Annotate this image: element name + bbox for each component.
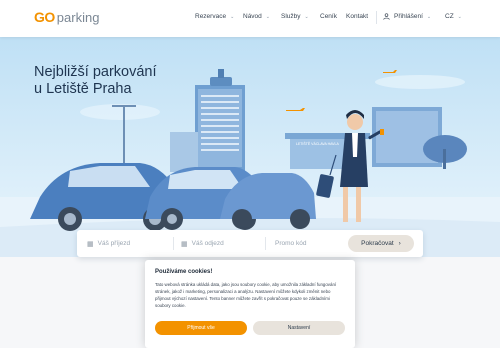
continue-button[interactable]: Pokračovat › bbox=[348, 235, 414, 252]
hero-title-line-2: u Letiště Praha bbox=[34, 81, 132, 97]
promo-placeholder: Promo kód bbox=[275, 240, 307, 247]
nav-label: Kontakt bbox=[346, 13, 369, 20]
hero-title: Nejbližší parkování u Letiště Praha bbox=[34, 64, 194, 98]
chevron-right-icon: › bbox=[398, 240, 401, 247]
departure-placeholder: Váš odjezd bbox=[191, 240, 224, 247]
nav-item-kontakt[interactable]: Kontakt bbox=[346, 13, 368, 20]
user-icon bbox=[383, 13, 390, 20]
arrival-date-field[interactable]: ▦ Váš příjezd bbox=[87, 230, 175, 257]
departure-date-field[interactable]: ▦ Váš odjezd bbox=[181, 230, 269, 257]
terminal-sign: LETIŠTĚ VÁCLAVA HAVLA bbox=[296, 141, 339, 146]
chevron-down-icon: ⌄ bbox=[230, 13, 235, 20]
nav-item-cenik[interactable]: Ceník bbox=[320, 13, 337, 20]
cookie-consent-dialog: Používáme cookies! Tato webová stránka u… bbox=[145, 260, 355, 348]
cookie-description: Tato webová stránka ukládá data, jako js… bbox=[155, 282, 337, 308]
chevron-down-icon: ⌄ bbox=[304, 13, 309, 20]
chevron-down-icon: ⌄ bbox=[457, 13, 462, 20]
calendar-icon: ▦ bbox=[87, 240, 94, 248]
accept-all-button[interactable]: Přijmout vše bbox=[155, 321, 247, 335]
promo-code-field[interactable]: Promo kód bbox=[275, 230, 345, 257]
calendar-icon: ▦ bbox=[181, 240, 188, 248]
chevron-down-icon: ⌄ bbox=[265, 13, 270, 20]
logo[interactable]: GO parking bbox=[34, 9, 99, 25]
chevron-down-icon: ⌄ bbox=[426, 13, 432, 20]
cookie-settings-button[interactable]: Nastavení bbox=[253, 321, 345, 335]
hero-section: LETIŠTĚ VÁCLAVA HAVLA Nejbližší parkován… bbox=[0, 37, 500, 257]
reservation-search-bar: ▦ Váš příjezd ▦ Váš odjezd Promo kód Pok… bbox=[77, 230, 423, 257]
cookie-title: Používáme cookies! bbox=[155, 269, 213, 275]
site-header: GO parking Rezervace ⌄ Návod ⌄ Služby ⌄ … bbox=[0, 0, 500, 37]
nav-label: Návod bbox=[243, 13, 262, 20]
login-menu[interactable]: Přihlášení ⌄ bbox=[383, 13, 431, 20]
continue-label: Pokračovat bbox=[361, 240, 394, 247]
logo-parking-text: parking bbox=[56, 10, 100, 25]
nav-label: Ceník bbox=[320, 13, 337, 20]
nav-divider bbox=[376, 11, 377, 24]
nav-item-sluzby[interactable]: Služby ⌄ bbox=[281, 13, 309, 20]
nav-label: Rezervace bbox=[195, 13, 227, 20]
field-separator bbox=[173, 237, 174, 250]
arrival-placeholder: Váš příjezd bbox=[97, 240, 131, 247]
language-switcher[interactable]: CZ ⌄ bbox=[445, 13, 462, 20]
cookie-buttons: Přijmout vše Nastavení bbox=[155, 321, 345, 335]
nav-label: Služby bbox=[281, 13, 301, 20]
field-separator bbox=[265, 237, 266, 250]
nav-item-rezervace[interactable]: Rezervace ⌄ bbox=[195, 13, 234, 20]
login-label: Přihlášení bbox=[394, 13, 423, 20]
nav-item-navod[interactable]: Návod ⌄ bbox=[243, 13, 270, 20]
language-label: CZ bbox=[445, 13, 454, 20]
logo-go-text: GO bbox=[34, 9, 55, 25]
hero-title-line-1: Nejbližší parkování bbox=[34, 64, 157, 80]
